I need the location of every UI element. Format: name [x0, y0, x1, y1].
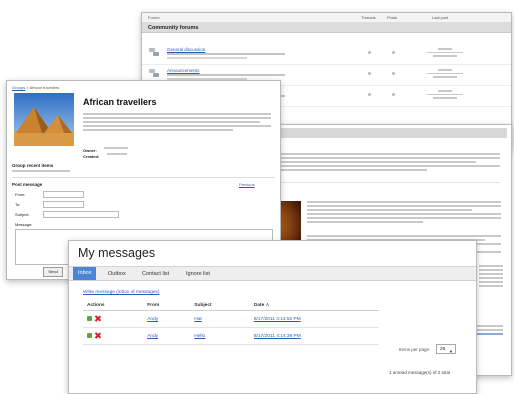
delete-icon[interactable]: [94, 316, 100, 322]
tab-outbox[interactable]: Outbox: [103, 269, 131, 280]
created-label: Created:: [83, 154, 100, 159]
forum-name[interactable]: General discussion: [167, 47, 205, 52]
col-subject[interactable]: Subject: [190, 301, 250, 311]
from-field[interactable]: [43, 191, 84, 198]
post-message-heading: Post message: [12, 182, 43, 187]
forums-section-title: Community forums: [142, 23, 511, 33]
forums-col-forum: Forum: [148, 15, 160, 20]
chevron-down-icon: ▼: [449, 349, 453, 354]
forum-bubbles-icon: [149, 69, 159, 77]
table-header-row: Actions From Subject Date ∧: [83, 301, 379, 311]
per-page-label: Items per page:: [399, 347, 431, 352]
table-row[interactable]: Andy Hat 8/17/2011 4:14:52 PM: [83, 310, 379, 328]
per-page-value: 25: [440, 347, 446, 352]
row-from[interactable]: Andy: [147, 317, 158, 322]
recent-items-heading: Group recent items: [12, 163, 54, 168]
forum-row[interactable]: General discussion: [142, 44, 511, 65]
message-tabs: Inbox Outbox Contact list Ignore list: [69, 266, 476, 281]
tab-ignore-list[interactable]: Ignore list: [181, 269, 215, 280]
col-date-label[interactable]: Date: [254, 303, 264, 308]
forum-name[interactable]: Announcements: [167, 68, 200, 73]
per-page-select[interactable]: 25 ▼: [436, 344, 456, 354]
subject-field[interactable]: [43, 211, 119, 218]
forum-bubbles-icon: [149, 48, 159, 56]
tab-contact-list[interactable]: Contact list: [137, 269, 174, 280]
row-subject[interactable]: Hello: [194, 334, 205, 339]
read-icon[interactable]: [87, 316, 92, 322]
group-pyramids-image: [14, 93, 74, 146]
row-date[interactable]: 8/17/2011 4:14:52 PM: [254, 317, 301, 322]
subject-label: Subject:: [15, 212, 30, 217]
write-message-link[interactable]: Write message (inbox of messages): [83, 290, 159, 295]
group-title: African travellers: [83, 97, 157, 107]
breadcrumb: Groups > African travellers: [12, 85, 60, 90]
col-actions: Actions: [83, 301, 144, 311]
col-from[interactable]: From: [143, 301, 191, 311]
forums-col-last-post: Last post: [432, 15, 449, 20]
to-label: To:: [15, 202, 21, 207]
tab-inbox[interactable]: Inbox: [73, 267, 97, 280]
breadcrumb-current: African travellers: [29, 85, 60, 90]
col-date[interactable]: Date ∧: [249, 301, 379, 311]
row-from[interactable]: Andy: [147, 334, 158, 339]
from-label: From:: [15, 192, 26, 197]
row-actions: [83, 327, 144, 345]
row-subject[interactable]: Hat: [194, 317, 201, 322]
row-actions: [83, 310, 144, 328]
my-messages-window: My messages Inbox Outbox Contact list Ig…: [68, 240, 477, 394]
previous-link[interactable]: Previous: [239, 182, 255, 187]
forums-col-threads: Threads: [361, 15, 376, 20]
table-row[interactable]: Andy Hello 8/17/2011 4:14:39 PM: [83, 327, 379, 345]
read-icon[interactable]: [87, 333, 92, 339]
messages-table: Actions From Subject Date ∧ Andy Hat 8/1…: [83, 301, 379, 345]
message-label: Message:: [15, 222, 33, 227]
message-count: 1 unread message(s) of 2 total: [389, 370, 451, 375]
forums-col-posts: Posts: [387, 15, 398, 20]
page-title: My messages: [78, 246, 156, 260]
send-button[interactable]: Send: [43, 267, 63, 277]
row-date[interactable]: 8/17/2011 4:14:39 PM: [254, 334, 301, 339]
to-field[interactable]: [43, 201, 84, 208]
sort-icon: ∧: [265, 303, 270, 308]
breadcrumb-groups-link[interactable]: Groups: [12, 85, 25, 90]
forums-header-row: Forum Threads Posts Last post: [142, 13, 511, 23]
delete-icon[interactable]: [94, 333, 100, 339]
